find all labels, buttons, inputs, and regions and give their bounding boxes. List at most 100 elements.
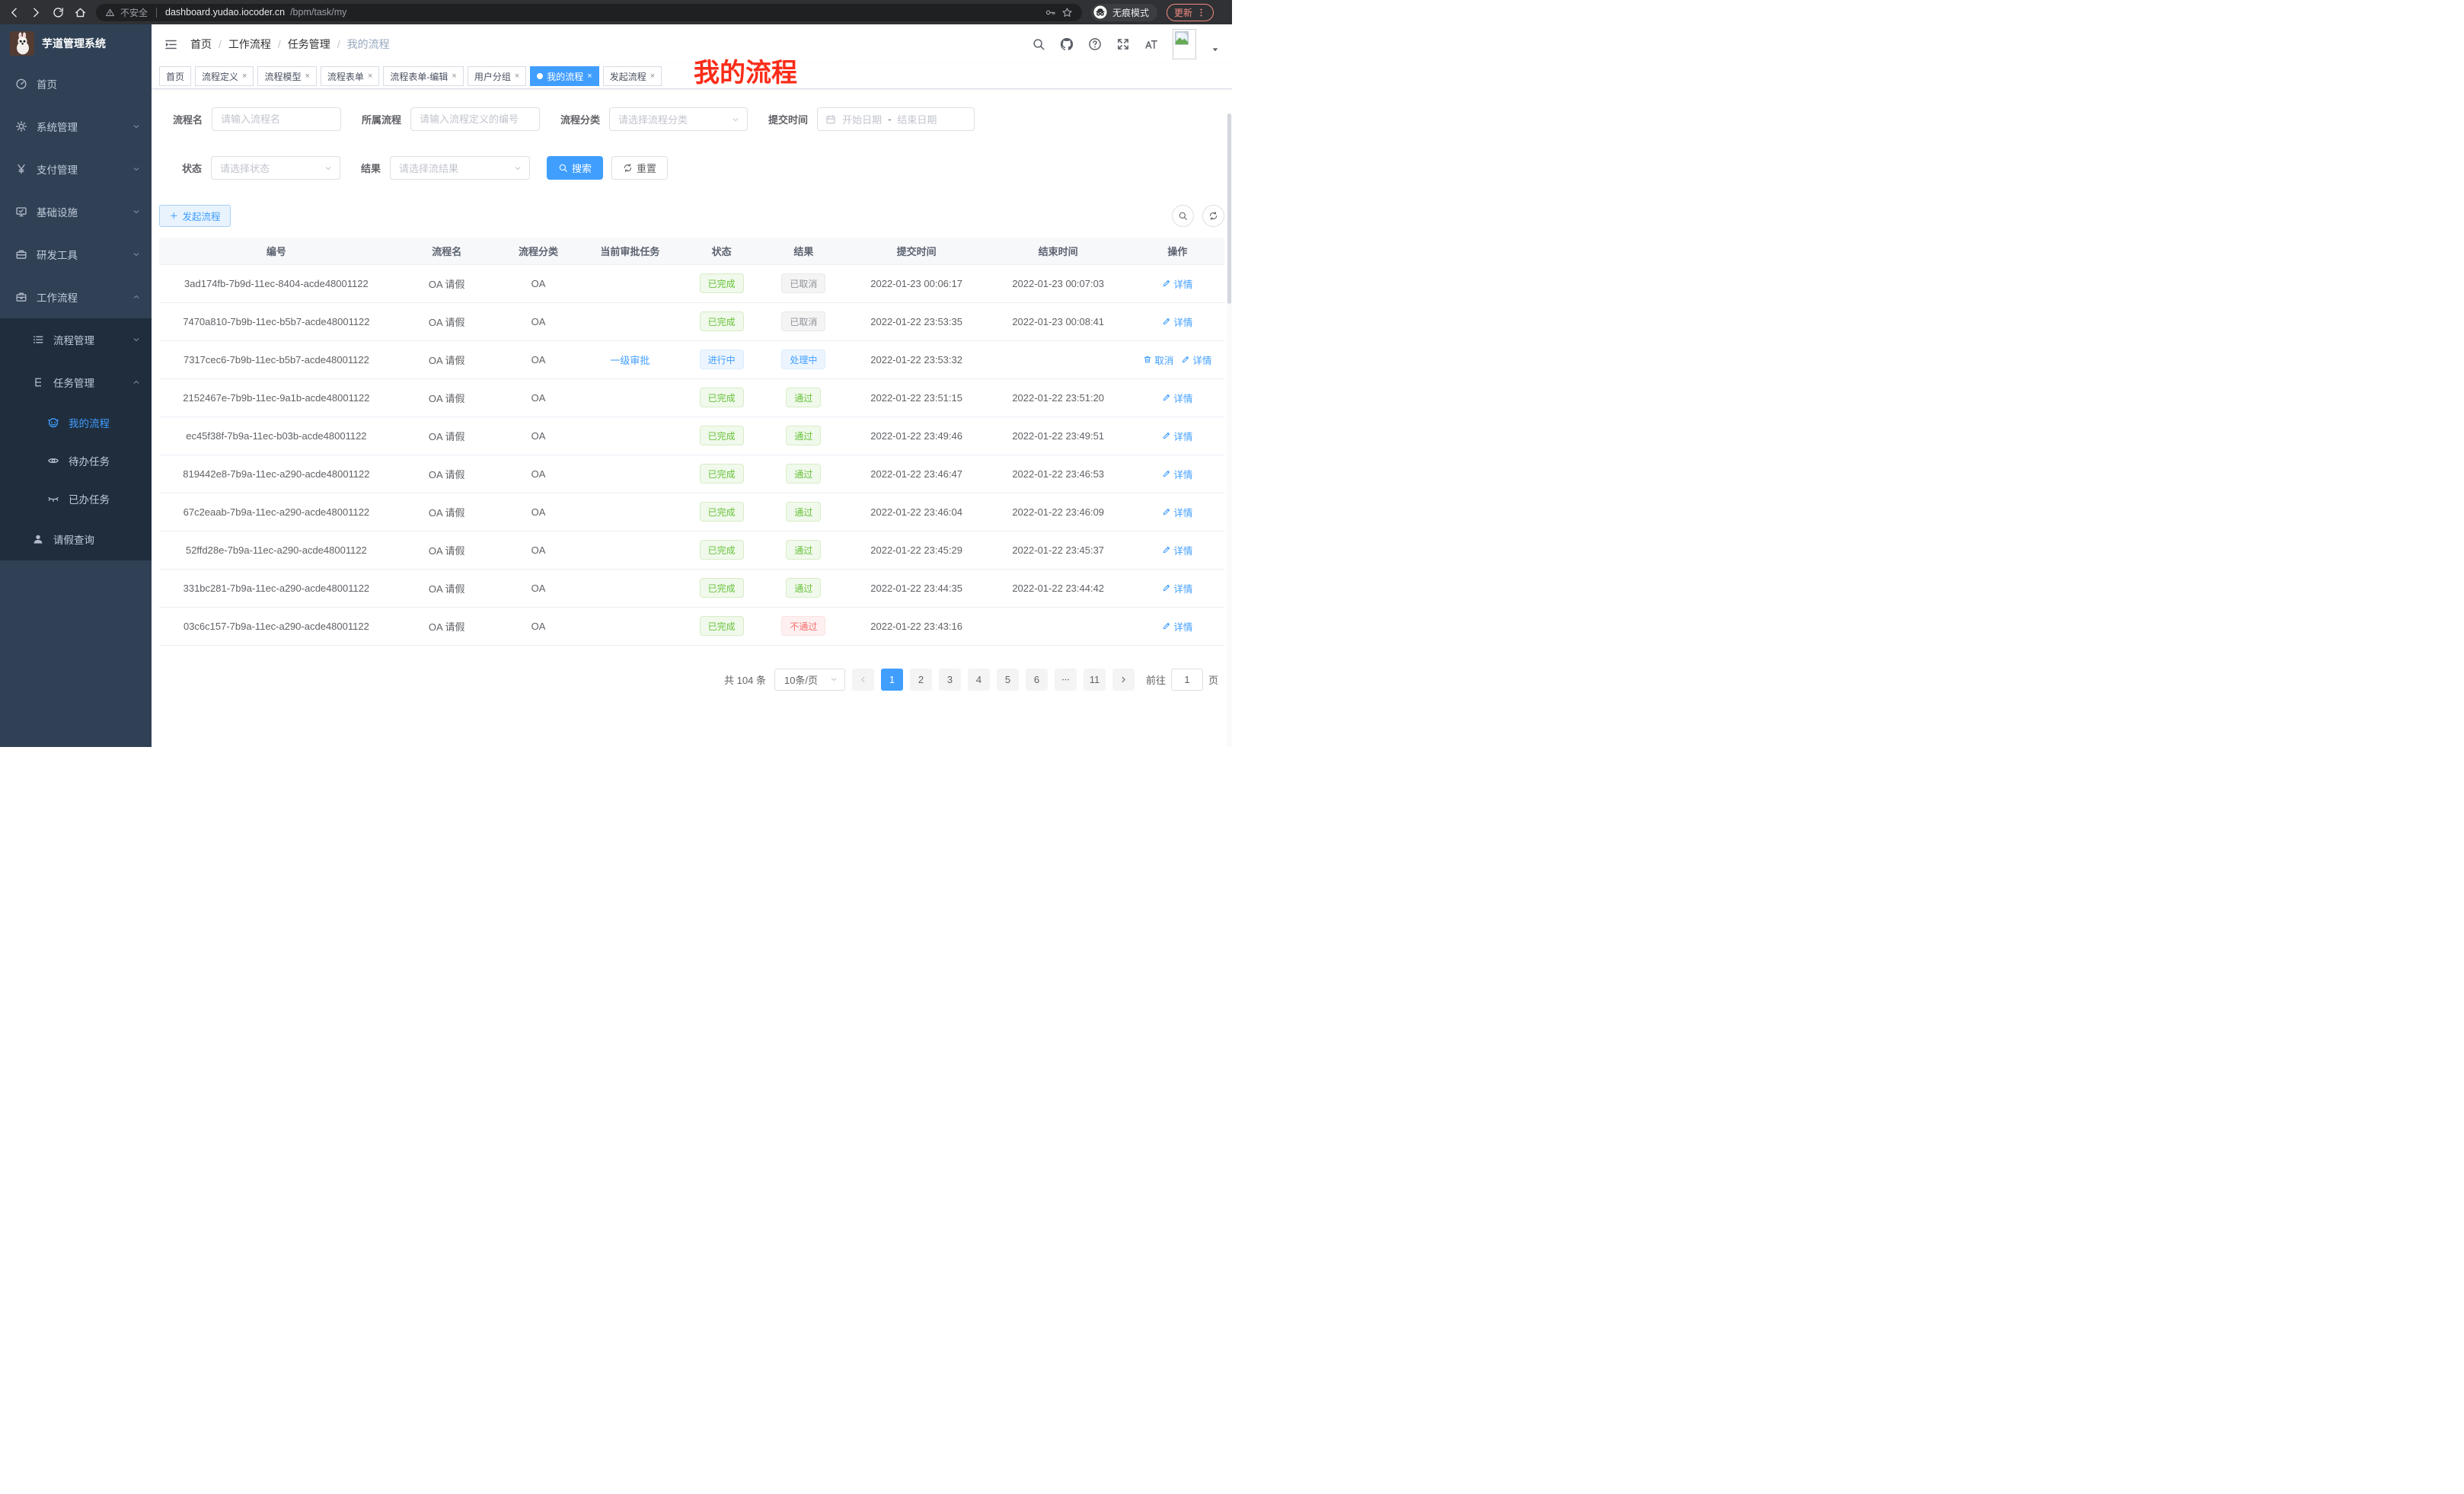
- breadcrumb-item[interactable]: 首页: [190, 37, 212, 52]
- detail-link[interactable]: 详情: [1162, 619, 1192, 634]
- detail-link[interactable]: 详情: [1162, 505, 1192, 519]
- sidebar-item-devtools[interactable]: 研发工具: [0, 233, 152, 276]
- cell-operations: 详情: [1131, 264, 1224, 302]
- detail-link[interactable]: 详情: [1162, 467, 1192, 481]
- breadcrumb-item[interactable]: 工作流程: [228, 37, 271, 52]
- sidebar-item-system[interactable]: 系统管理: [0, 105, 152, 148]
- back-icon[interactable]: [8, 6, 21, 19]
- tab-home[interactable]: 首页: [159, 66, 191, 86]
- address-bar[interactable]: 不安全 dashboard.yudao.iocoder.cn/bpm/task/…: [96, 4, 1082, 21]
- tab-my-process[interactable]: 我的流程×: [530, 66, 598, 86]
- parent-process-input[interactable]: [410, 107, 540, 131]
- page-button-1[interactable]: 1: [881, 669, 903, 691]
- cancel-link[interactable]: 取消: [1143, 353, 1173, 367]
- browser-update-button[interactable]: 更新: [1167, 4, 1214, 21]
- reload-icon[interactable]: [52, 6, 65, 19]
- page-button-11[interactable]: 11: [1084, 669, 1106, 691]
- prev-page-button[interactable]: [852, 669, 874, 691]
- page-button-6[interactable]: 6: [1026, 669, 1048, 691]
- briefcase-icon: [15, 291, 27, 303]
- page-button-3[interactable]: 3: [939, 669, 961, 691]
- sidebar-item-process-mgmt[interactable]: 流程管理: [0, 318, 152, 361]
- cell-end-time: 2022-01-22 23:46:53: [986, 455, 1131, 493]
- close-icon[interactable]: ×: [650, 72, 655, 81]
- reset-button[interactable]: 重置: [611, 156, 668, 180]
- close-icon[interactable]: ×: [368, 72, 372, 81]
- app-logo[interactable]: 芋道管理系统: [0, 24, 152, 62]
- page-scrollbar[interactable]: [1227, 113, 1232, 747]
- result-select[interactable]: 请选择流结果: [390, 156, 530, 180]
- show-search-toggle-button[interactable]: [1172, 205, 1194, 227]
- forward-icon[interactable]: [30, 6, 43, 19]
- submit-time-range-picker[interactable]: 开始日期 - 结束日期: [817, 107, 975, 131]
- submit-time-label: 提交时间: [768, 112, 808, 126]
- sidebar-item-leave-query[interactable]: 请假查询: [0, 518, 152, 560]
- process-name-input[interactable]: [212, 107, 341, 131]
- search-button[interactable]: 搜索: [547, 156, 603, 180]
- detail-link[interactable]: 详情: [1162, 581, 1192, 595]
- detail-link[interactable]: 详情: [1162, 543, 1192, 557]
- page-size-select[interactable]: 10条/页: [774, 669, 845, 691]
- current-task-link[interactable]: 一级审批: [610, 355, 650, 366]
- browser-menu-icon[interactable]: [1196, 8, 1206, 18]
- detail-link[interactable]: 详情: [1162, 391, 1192, 405]
- breadcrumb-item[interactable]: 任务管理: [288, 37, 330, 52]
- url-path: /bpm/task/my: [290, 7, 346, 18]
- page-button-4[interactable]: 4: [968, 669, 990, 691]
- more-pages-button[interactable]: [1055, 669, 1077, 691]
- sidebar-fold-icon[interactable]: [164, 37, 178, 52]
- close-icon[interactable]: ×: [587, 72, 592, 81]
- page-button-5[interactable]: 5: [997, 669, 1019, 691]
- user-avatar[interactable]: [1173, 29, 1196, 59]
- sidebar-item-task-mgmt[interactable]: 任务管理: [0, 361, 152, 404]
- edit-icon: [1162, 621, 1171, 630]
- tab-label: 发起流程: [610, 70, 646, 83]
- cell-process-name: OA 请假: [394, 531, 500, 569]
- bookmark-star-icon[interactable]: [1061, 7, 1073, 18]
- password-key-icon[interactable]: [1045, 7, 1056, 18]
- fullscreen-icon[interactable]: [1116, 37, 1130, 51]
- avatar-caret-icon[interactable]: [1211, 45, 1220, 54]
- detail-link[interactable]: 详情: [1162, 314, 1192, 329]
- search-icon[interactable]: [1032, 37, 1045, 51]
- close-icon[interactable]: ×: [242, 72, 247, 81]
- not-secure-icon[interactable]: [105, 8, 115, 18]
- tab-user-group[interactable]: 用户分组×: [468, 66, 526, 86]
- column-header: 当前审批任务: [576, 238, 683, 264]
- incognito-badge: 无痕模式: [1091, 4, 1157, 21]
- tab-process-def[interactable]: 流程定义×: [195, 66, 254, 86]
- sidebar-item-workflow[interactable]: 工作流程: [0, 276, 152, 318]
- sidebar-item-done-tasks[interactable]: 已办任务: [0, 480, 152, 518]
- refresh-table-button[interactable]: [1202, 205, 1224, 227]
- scrollbar-thumb[interactable]: [1227, 113, 1231, 304]
- page-button-2[interactable]: 2: [910, 669, 932, 691]
- detail-link[interactable]: 详情: [1162, 276, 1192, 291]
- sidebar-item-infra[interactable]: 基础设施: [0, 190, 152, 233]
- sidebar-item-home[interactable]: 首页: [0, 62, 152, 105]
- sidebar-item-payment[interactable]: 支付管理: [0, 148, 152, 190]
- status-select[interactable]: 请选择状态: [211, 156, 340, 180]
- op-label: 详情: [1173, 276, 1192, 291]
- font-size-icon[interactable]: [1144, 37, 1158, 51]
- home-icon[interactable]: [74, 6, 87, 19]
- close-icon[interactable]: ×: [452, 72, 456, 81]
- help-icon[interactable]: [1088, 37, 1102, 51]
- tab-process-form-edit[interactable]: 流程表单-编辑×: [383, 66, 463, 86]
- close-icon[interactable]: ×: [515, 72, 519, 81]
- sidebar-item-todo-tasks[interactable]: 待办任务: [0, 442, 152, 480]
- tags-view-bar: 首页流程定义×流程模型×流程表单×流程表单-编辑×用户分组×我的流程× 发起流程 ×: [152, 64, 1232, 89]
- sidebar-item-label: 已办任务: [69, 491, 110, 506]
- detail-link[interactable]: 详情: [1162, 429, 1192, 443]
- tab-start-process[interactable]: 发起流程 ×: [603, 66, 662, 86]
- next-page-button[interactable]: [1112, 669, 1135, 691]
- status-badge: 已完成: [700, 502, 744, 522]
- category-select[interactable]: 请选择流程分类: [609, 107, 748, 131]
- close-icon[interactable]: ×: [305, 72, 309, 81]
- tab-process-form[interactable]: 流程表单×: [321, 66, 379, 86]
- sidebar-item-my-process[interactable]: 我的流程: [0, 404, 152, 442]
- goto-page-input[interactable]: [1171, 669, 1203, 691]
- tab-process-model[interactable]: 流程模型×: [257, 66, 316, 86]
- detail-link[interactable]: 详情: [1181, 353, 1211, 367]
- github-icon[interactable]: [1060, 37, 1074, 51]
- create-process-button[interactable]: 发起流程: [159, 205, 231, 227]
